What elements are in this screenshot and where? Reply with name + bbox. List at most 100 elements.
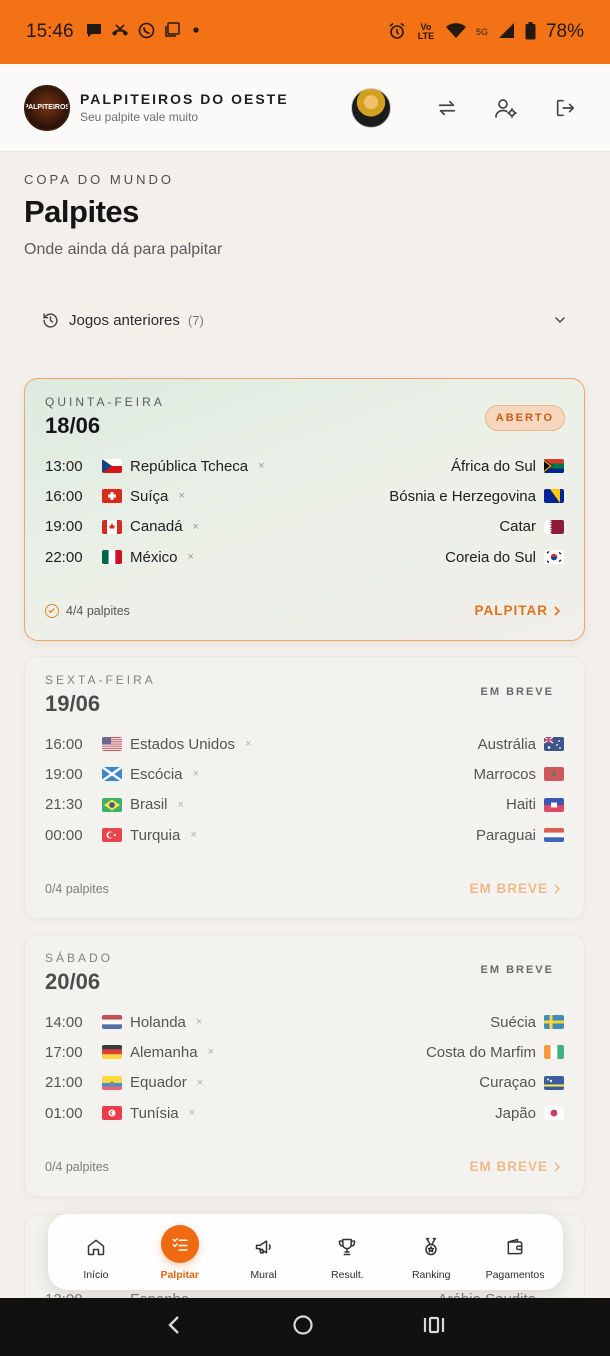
match-row: 17:00 Alemanha × Costa do Marfim [45, 1037, 564, 1067]
bottom-navigation: Início Palpitar Mural Result. Ranking Pa… [48, 1214, 563, 1290]
nav-item-inicio[interactable]: Início [58, 1231, 134, 1281]
away-team: Marrocos [473, 765, 536, 783]
copy-icon [164, 22, 180, 42]
card-footer: 0/4 palpites EM BREVE [45, 1159, 562, 1174]
flag-haiti-icon [544, 797, 564, 812]
nav-item-mural[interactable]: Mural [226, 1231, 302, 1281]
match-row: 14:00 Holanda × Suécia [45, 1007, 564, 1037]
nav-item-palpitar[interactable]: Palpitar [142, 1225, 218, 1281]
em-breve-button[interactable]: EM BREVE [469, 881, 562, 896]
away-team-cell: Costa do Marfim [426, 1044, 564, 1061]
home-team-cell: Suíça × [102, 488, 185, 505]
chevron-right-icon [554, 1161, 561, 1172]
flag-africa-do-sul-icon [544, 459, 564, 474]
medal-icon [415, 1231, 447, 1263]
flag-turquia-icon [102, 828, 122, 843]
versus-separator: × [192, 520, 199, 533]
day-card[interactable]: SEXTA-FEIRA 19/06 EM BREVE 16:00 Estados U… [24, 656, 585, 919]
brand-logo[interactable]: PALPITEIROS [24, 84, 70, 131]
away-team-cell: Paraguai [476, 827, 564, 844]
switch-button[interactable] [426, 87, 468, 129]
home-team: República Tcheca [130, 457, 249, 475]
logout-icon [556, 99, 575, 116]
match-row: 19:00 Canadá × Catar [45, 512, 564, 542]
match-row: 19:00 Escócia × Marrocos [45, 759, 564, 789]
away-team-cell: Austrália [478, 736, 564, 753]
versus-separator: × [188, 1107, 196, 1120]
recents-button[interactable] [423, 1316, 445, 1339]
home-team: México [130, 548, 178, 566]
header-actions [351, 87, 586, 129]
previous-games-toggle[interactable]: Jogos anteriores (7) [24, 298, 586, 342]
match-row: 13:00 República Tcheca × África do Sul [45, 451, 564, 481]
away-team-cell: Bósnia e Herzegovina [389, 488, 564, 505]
chevron-right-icon [554, 883, 561, 894]
status-badge: EM BREVE [480, 686, 554, 698]
away-team: Coreia do Sul [445, 548, 536, 566]
home-team-cell: Turquia × [102, 827, 197, 844]
flag-equador-icon [102, 1075, 122, 1090]
trophy-icon [331, 1231, 363, 1263]
page-subtitle: Onde ainda dá para palpitar [24, 241, 223, 258]
away-team-cell: Haiti [506, 796, 564, 813]
previous-games-count: (7) [187, 312, 204, 328]
flag-coreia-do-sul-icon [544, 550, 564, 565]
flag-curacao-icon [544, 1075, 564, 1090]
away-team: Curaçao [479, 1074, 536, 1092]
action-label: EM BREVE [469, 1159, 548, 1174]
versus-separator: × [187, 551, 194, 564]
brand-title: PALPITEIROS DO OESTE [80, 91, 289, 107]
back-chevron-icon [167, 1315, 179, 1334]
logout-button[interactable] [544, 87, 586, 129]
away-team: Suécia [490, 1013, 536, 1031]
back-button[interactable] [165, 1315, 183, 1340]
flag-paraguai-icon [544, 828, 564, 843]
flag-estados-unidos-icon [102, 737, 122, 752]
versus-separator: × [258, 460, 265, 473]
flag-catar-icon [544, 519, 564, 534]
day-card[interactable]: SÁBADO 20/06 EM BREVE 14:00 Holanda × Suéc… [24, 934, 585, 1197]
page-heading: COPA DO MUNDO Palpites Onde ainda dá par… [24, 172, 222, 259]
em-breve-button[interactable]: EM BREVE [469, 1159, 562, 1174]
palpites-progress: 0/4 palpites [45, 1159, 109, 1174]
match-time: 16:00 [45, 735, 83, 753]
user-avatar[interactable] [351, 87, 391, 128]
nav-item-ranking[interactable]: Ranking [393, 1231, 469, 1281]
system-icons: Vo LTE 5G 78% [388, 21, 584, 43]
home-team-cell: República Tcheca × [102, 458, 265, 475]
whatsapp-icon [138, 22, 155, 43]
recents-icon [424, 1316, 445, 1333]
match-row: 01:00 Tunísia × Japão [45, 1098, 564, 1128]
home-team-cell: Escócia × [102, 766, 199, 783]
nav-label: Result. [331, 1269, 364, 1281]
day-weekday: SÁBADO [45, 951, 114, 965]
home-button[interactable] [292, 1314, 314, 1341]
checklist-icon [160, 1225, 199, 1263]
system-navigation-bar [0, 1298, 610, 1356]
away-team: Bósnia e Herzegovina [389, 487, 536, 505]
versus-separator: × [196, 1076, 204, 1089]
flag-republica-tcheca-icon [102, 459, 122, 474]
missed-call-icon [111, 23, 129, 41]
card-footer: 0/4 palpites EM BREVE [45, 881, 562, 896]
versus-separator: × [207, 1046, 214, 1059]
flag-holanda-icon [102, 1015, 122, 1030]
chevron-down-icon [555, 317, 565, 324]
wallet-icon [499, 1231, 531, 1263]
match-row: 21:00 Equador × Curaçao [45, 1068, 564, 1098]
day-card[interactable]: QUINTA-FEIRA 18/06 ABERTO 13:00 República … [24, 378, 585, 641]
home-team: Canadá [130, 518, 183, 536]
match-time: 21:30 [45, 796, 83, 814]
nav-item-result[interactable]: Result. [309, 1231, 385, 1281]
profile-settings-button[interactable] [485, 87, 527, 129]
home-team-cell: Equador × [102, 1074, 203, 1091]
nav-item-pagamentos[interactable]: Pagamentos [477, 1231, 553, 1281]
flag-brasil-icon [102, 797, 122, 812]
versus-separator: × [190, 829, 197, 842]
away-team: Haiti [505, 796, 536, 814]
versus-separator: × [192, 768, 199, 781]
palpitar-button[interactable]: PALPITAR [475, 603, 563, 618]
status-bar: 15:46 Vo LTE 5G 78% [0, 0, 610, 64]
brand-subtitle: Seu palpite vale muito [80, 110, 199, 124]
home-circle-icon [293, 1314, 313, 1335]
